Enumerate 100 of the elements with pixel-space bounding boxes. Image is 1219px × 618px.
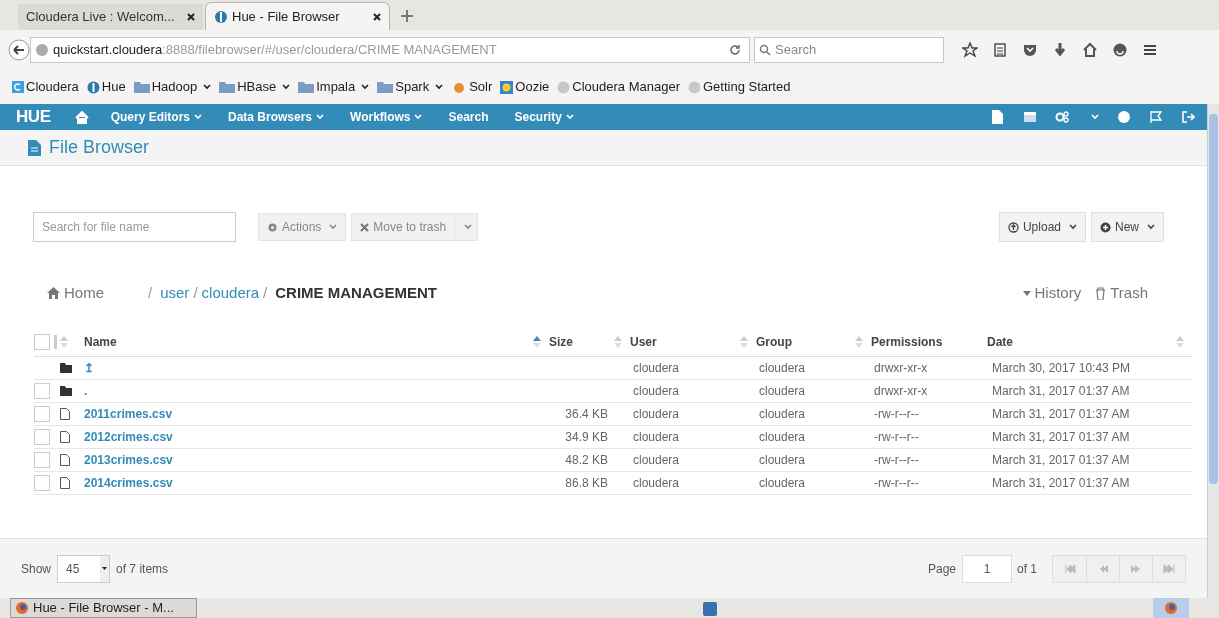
browser-search-field[interactable]: Search [754,37,944,63]
browser-logo-icon[interactable] [1164,601,1178,615]
table-cell: March 31, 2017 01:37 AM [992,453,1130,467]
current-folder: CRIME MANAGEMENT [275,282,437,303]
file-name-link[interactable]: 2014crimes.csv [84,474,173,492]
column-header[interactable]: Permissions [871,333,943,351]
flag-icon[interactable] [1149,110,1163,124]
chevron-down-icon [316,114,325,120]
bookmark-item[interactable]: Hue [86,77,126,97]
bookmark-item[interactable]: Spark [377,77,444,97]
search-icon [759,44,771,56]
column-header[interactable]: Size [549,333,573,351]
caret-down-icon [100,555,110,582]
file-name-link[interactable]: 2013crimes.csv [84,451,173,469]
table-cell: 36.4 KB [565,407,608,421]
table-cell: March 31, 2017 01:37 AM [992,476,1130,490]
upload-button[interactable]: Upload [998,212,1086,242]
reload-icon [729,44,741,56]
checkbox[interactable] [34,452,50,468]
pocket-icon[interactable] [1022,42,1038,58]
nav-menu-item[interactable]: Query Editors [110,108,202,126]
table-cell: cloudera [759,361,806,375]
nav-menu-item[interactable]: Data Browsers [228,108,325,126]
ring-logo-icon [500,80,514,94]
folder-icon [219,81,236,93]
chevron-down-icon [1069,224,1077,230]
table-cell: March 31, 2017 01:37 AM [992,407,1130,421]
nav-menu-item[interactable]: Security [514,108,574,126]
smiley-icon[interactable] [1112,42,1128,58]
bookmark-item[interactable]: Oozie [500,77,550,97]
column-header[interactable]: Group [756,333,792,351]
file-name-link[interactable]: . [84,382,88,400]
bookmark-item[interactable]: Cloudera [12,77,79,97]
table-cell: March 30, 2017 10:43 PM [992,361,1131,375]
taskbar-window-button[interactable]: Hue - File Browser - M... [10,598,197,618]
chevron-down-icon [203,84,212,90]
settings-icon[interactable] [1055,110,1069,124]
browser-tab[interactable]: Cloudera Live : Welcom... [18,4,203,30]
hue-logo-icon [86,80,100,94]
page-size-select[interactable]: 45 [57,554,111,583]
bookmark-item[interactable]: Cloudera Manager [557,77,680,97]
item-count: of 7 items [116,560,169,578]
separator: / [193,282,198,303]
document-icon[interactable] [991,110,1005,124]
nav-menu-item[interactable]: Search [448,108,489,126]
table-cell: cloudera [759,453,806,467]
checkbox[interactable] [34,334,50,350]
checkbox[interactable] [34,429,50,445]
folder-icon [60,386,72,396]
column-header[interactable]: Name [84,333,117,351]
address-bar[interactable]: quickstart.cloudera:8888/filebrowser/#/user/cloudera/CRIME MANAGEMENT [30,37,750,63]
trash-link[interactable]: Trash [1095,281,1148,305]
close-icon [360,222,370,232]
table-cell: cloudera [759,476,806,490]
checkbox[interactable] [34,406,50,422]
breadcrumb-link[interactable]: user [160,281,190,305]
bookmark-item[interactable]: Impala [298,77,370,97]
file-icon [60,477,70,489]
breadcrumb-link[interactable]: cloudera [201,281,260,305]
window-icon[interactable] [1023,110,1037,124]
table-cell: 48.2 KB [565,453,608,467]
dropdown-toggle-button[interactable] [455,213,479,241]
bookmark-item[interactable]: HBase [219,77,291,97]
chevron-down-icon [414,114,423,120]
scrollbar[interactable] [1207,104,1219,598]
folder-icon [60,363,72,373]
new-button[interactable]: New [1091,212,1164,242]
checkbox[interactable] [34,383,50,399]
chevron-down-icon [1147,224,1155,230]
file-name-link[interactable]: 2012crimes.csv [84,428,173,446]
bookmark-star-icon[interactable] [962,42,978,58]
plus-circle-icon [1100,221,1111,233]
chevron-down-icon [1091,114,1099,120]
column-header[interactable]: User [630,333,657,351]
bookmark-item[interactable]: Solr [451,77,493,97]
table-cell: drwxr-xr-x [874,361,928,375]
bookmark-item[interactable]: Getting Started [688,77,791,97]
history-link[interactable]: History [1022,281,1082,305]
hue-logo[interactable]: HUE [16,104,51,130]
search-field[interactable]: Search for file name [33,212,236,242]
download-icon[interactable] [1052,42,1068,58]
column-header[interactable]: Date [987,333,1013,351]
browser-logo-icon [15,601,29,615]
parent-folder-link[interactable]: ↥ [84,359,94,377]
reading-list-icon[interactable] [992,42,1008,58]
menu-icon[interactable] [1142,42,1158,58]
file-name-link[interactable]: 2011crimes.csv [84,405,173,423]
table-cell: 34.9 KB [565,430,608,444]
checkbox[interactable] [34,475,50,491]
browser-tab[interactable]: Hue - File Browser [205,2,390,30]
nav-menu-item[interactable]: Workflows [350,108,423,126]
page-number-field[interactable]: 1 [962,554,1012,583]
bookmark-item[interactable]: Hadoop [133,77,212,97]
home-icon [47,287,60,299]
home-link[interactable]: Home [47,281,104,305]
table-cell: -rw-r--r-- [874,407,919,421]
home-icon[interactable] [1082,42,1098,58]
file-icon [60,408,70,420]
show-label: Show [21,560,52,578]
sign-out-icon[interactable] [1181,110,1195,124]
